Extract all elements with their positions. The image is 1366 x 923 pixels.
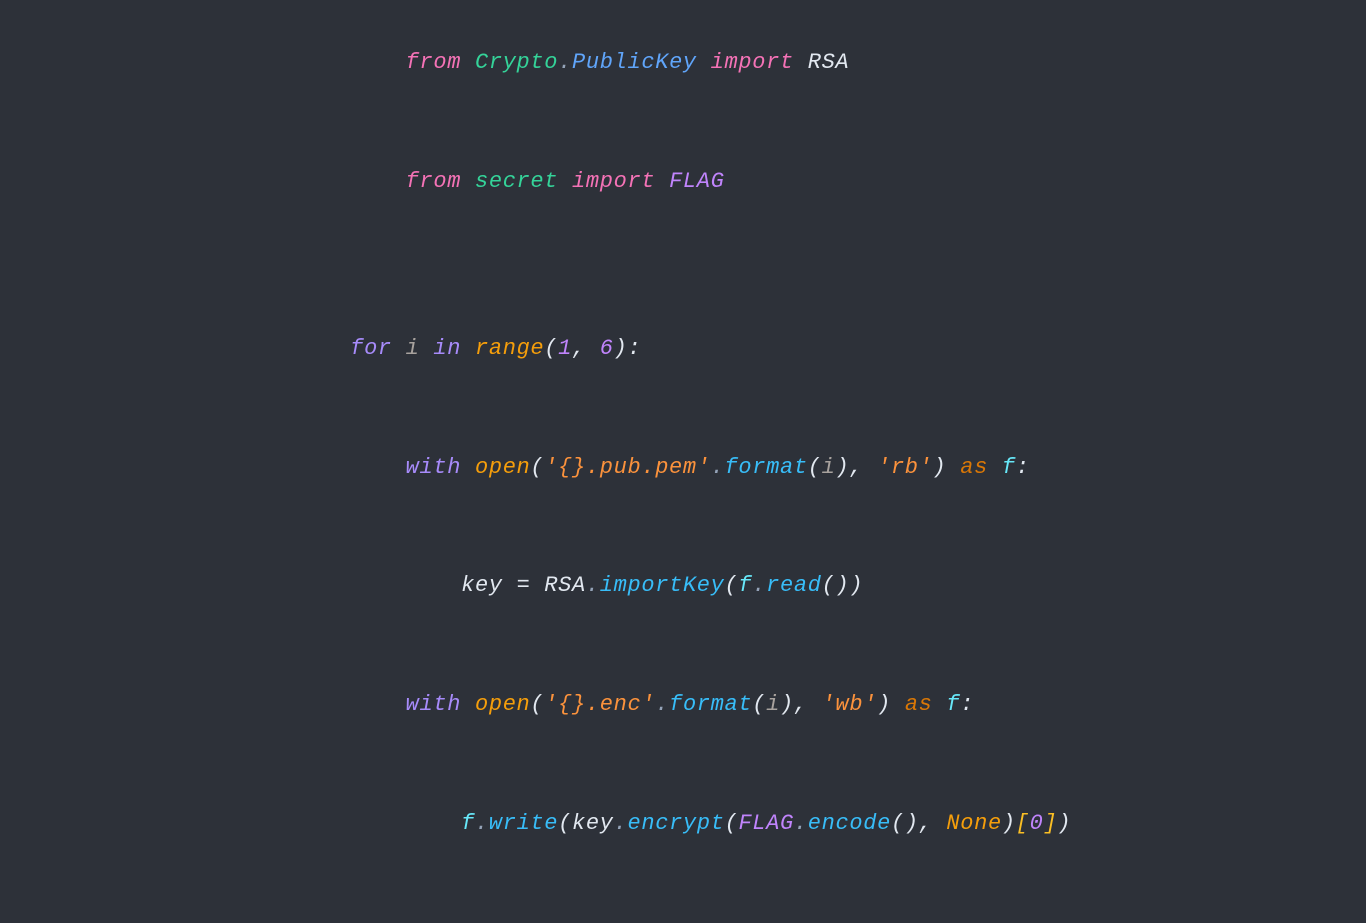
line-for: for i in range(1, 6): [295, 289, 1072, 408]
line-with1: with open('{}.pub.pem'.format(i), 'rb') … [295, 408, 1072, 527]
line-import1: from Crypto.PublicKey import RSA [295, 4, 1072, 123]
line-with2: with open('{}.enc'.format(i), 'wb') as f… [295, 646, 1072, 765]
line-fwrite: f.write(key.encrypt(FLAG.encode(), None)… [295, 764, 1072, 883]
blank-line-2 [295, 265, 1072, 289]
blank-line-1 [295, 241, 1072, 265]
line-key-assign: key = RSA.importKey(f.read()) [295, 527, 1072, 646]
code-block: #!/usr/bin/env python3 from Crypto.Publi… [235, 0, 1132, 923]
line-import2: from secret import FLAG [295, 122, 1072, 241]
